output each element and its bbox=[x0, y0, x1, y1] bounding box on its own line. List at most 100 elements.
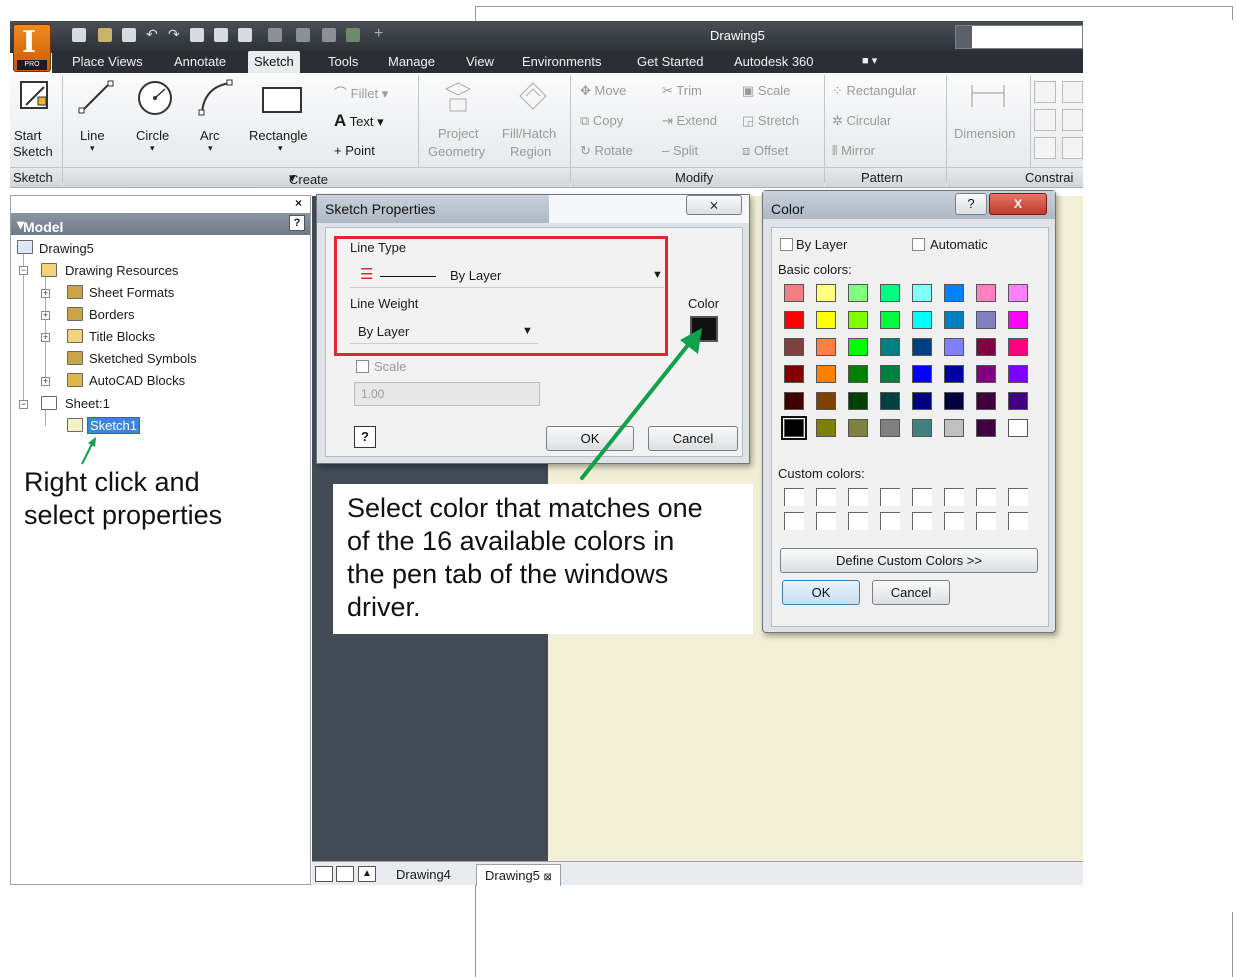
color-swatch[interactable] bbox=[944, 365, 964, 383]
tree-item-sketched-symbols[interactable]: Sketched Symbols bbox=[89, 351, 197, 366]
rectangular-pattern-button[interactable]: ⁘ Rectangular bbox=[832, 83, 917, 99]
constraint-smooth-icon[interactable] bbox=[1062, 137, 1083, 159]
custom-color-slot[interactable] bbox=[880, 512, 900, 530]
tab-environments[interactable]: Environments bbox=[522, 54, 601, 69]
help-icon[interactable]: ? bbox=[354, 426, 376, 448]
print-icon[interactable] bbox=[214, 28, 228, 42]
point-button[interactable]: + Point bbox=[334, 143, 375, 158]
color-swatch[interactable] bbox=[880, 284, 900, 302]
custom-color-slot[interactable] bbox=[816, 488, 836, 506]
color-swatch[interactable] bbox=[816, 419, 836, 437]
browser-header[interactable]: Model ▾ ? bbox=[11, 213, 310, 235]
custom-color-slot[interactable] bbox=[944, 512, 964, 530]
custom-color-slot[interactable] bbox=[976, 512, 996, 530]
color-swatch[interactable] bbox=[1008, 419, 1028, 437]
save-icon[interactable] bbox=[122, 28, 136, 42]
tab-place-views[interactable]: Place Views bbox=[72, 54, 143, 69]
extend-button[interactable]: ⇥ Extend bbox=[662, 113, 717, 129]
line-button[interactable]: Line ▾ bbox=[74, 73, 118, 165]
search-dropdown-icon[interactable] bbox=[956, 26, 972, 48]
by-layer-checkbox[interactable] bbox=[780, 238, 793, 251]
undo-icon[interactable]: ↶ bbox=[146, 27, 160, 42]
color-swatch[interactable] bbox=[976, 338, 996, 356]
text-button[interactable]: A Text ▾ bbox=[334, 111, 384, 131]
redo-icon[interactable]: ↷ bbox=[168, 27, 182, 42]
color-swatch[interactable] bbox=[944, 392, 964, 410]
tab-tools[interactable]: Tools bbox=[328, 54, 358, 69]
color-swatch[interactable] bbox=[976, 311, 996, 329]
color-swatch[interactable] bbox=[1008, 338, 1028, 356]
doc-tab-drawing5[interactable]: Drawing5 ⊠ bbox=[476, 864, 561, 886]
arc-button[interactable]: Arc ▾ bbox=[192, 73, 236, 165]
browser-close-icon[interactable]: × bbox=[295, 196, 302, 210]
color-swatch[interactable] bbox=[1008, 311, 1028, 329]
line-type-select[interactable]: ☰ By Layer ▼ bbox=[350, 264, 664, 288]
color-swatch[interactable] bbox=[848, 365, 868, 383]
color-swatch[interactable] bbox=[784, 365, 804, 383]
tree-item-drawing-resources[interactable]: Drawing Resources bbox=[65, 263, 178, 278]
tab-menu-icon[interactable]: ▲ bbox=[358, 866, 376, 882]
new-file-icon[interactable] bbox=[72, 28, 86, 42]
color-swatch[interactable] bbox=[784, 338, 804, 356]
rotate-button[interactable]: ↻ Rotate bbox=[580, 143, 633, 159]
doc-tab-drawing4[interactable]: Drawing4 bbox=[388, 864, 459, 886]
color-swatch[interactable] bbox=[880, 392, 900, 410]
circle-dropdown-icon[interactable]: ▾ bbox=[150, 143, 155, 154]
update-icon[interactable] bbox=[346, 28, 360, 42]
constraint-fix-icon[interactable] bbox=[1034, 137, 1056, 159]
custom-color-slot[interactable] bbox=[944, 488, 964, 506]
color-swatch[interactable] bbox=[912, 419, 932, 437]
custom-color-slot[interactable] bbox=[784, 512, 804, 530]
project-geometry-button[interactable]: Project Geometry bbox=[424, 73, 494, 165]
expand-icon[interactable]: + bbox=[41, 333, 50, 342]
custom-color-slot[interactable] bbox=[784, 488, 804, 506]
color-swatch[interactable] bbox=[912, 392, 932, 410]
color-swatch[interactable] bbox=[848, 338, 868, 356]
color-swatch[interactable] bbox=[848, 311, 868, 329]
color-swatch[interactable] bbox=[784, 311, 804, 329]
camera-icon[interactable]: ■ ▾ bbox=[862, 54, 877, 67]
copy-button[interactable]: ⧉ Copy bbox=[580, 113, 623, 129]
color-swatch[interactable] bbox=[912, 365, 932, 383]
expand-icon[interactable]: + bbox=[41, 311, 50, 320]
color-swatch[interactable] bbox=[1008, 392, 1028, 410]
scale-input[interactable]: 1.00 bbox=[354, 382, 540, 406]
rectangle-button[interactable]: Rectangle ▾ bbox=[246, 73, 324, 165]
custom-color-slot[interactable] bbox=[880, 488, 900, 506]
color-swatch[interactable] bbox=[880, 365, 900, 383]
custom-color-slot[interactable] bbox=[816, 512, 836, 530]
fill-hatch-button[interactable]: Fill/Hatch Region bbox=[498, 73, 568, 165]
properties-icon[interactable] bbox=[238, 28, 252, 42]
tree-item-sketch1[interactable]: Sketch1 bbox=[87, 417, 140, 434]
color-swatch[interactable] bbox=[784, 284, 804, 302]
tree-item-title-blocks[interactable]: Title Blocks bbox=[89, 329, 155, 344]
tab-sketch[interactable]: Sketch bbox=[248, 51, 300, 73]
automatic-checkbox[interactable] bbox=[912, 238, 925, 251]
tab-close-icon[interactable]: ⊠ bbox=[544, 872, 552, 883]
circular-pattern-button[interactable]: ✲ Circular bbox=[832, 113, 891, 129]
color-swatch[interactable] bbox=[944, 311, 964, 329]
sketch-properties-titlebar[interactable]: Sketch Properties bbox=[317, 195, 549, 223]
color-swatch[interactable] bbox=[816, 284, 836, 302]
material-icon[interactable] bbox=[268, 28, 282, 42]
search-input[interactable] bbox=[955, 25, 1083, 49]
color-cancel-button[interactable]: Cancel bbox=[872, 580, 950, 605]
home-icon[interactable] bbox=[190, 28, 204, 42]
color-swatch[interactable] bbox=[816, 392, 836, 410]
color-swatch[interactable] bbox=[848, 419, 868, 437]
rectangle-dropdown-icon[interactable]: ▾ bbox=[278, 143, 283, 154]
line-weight-select[interactable]: By Layer ▼ bbox=[350, 320, 538, 344]
color-swatch[interactable] bbox=[880, 338, 900, 356]
circle-button[interactable]: Circle ▾ bbox=[132, 73, 180, 165]
trim-button[interactable]: ✂ Trim bbox=[662, 83, 702, 99]
tab-view[interactable]: View bbox=[466, 54, 494, 69]
color-swatch[interactable] bbox=[880, 419, 900, 437]
move-button[interactable]: ✥ Move bbox=[580, 83, 626, 99]
color-swatch[interactable] bbox=[848, 284, 868, 302]
tree-item-drawing5[interactable]: Drawing5 bbox=[39, 241, 94, 256]
constraint-tangent-icon[interactable] bbox=[1062, 109, 1083, 131]
color-swatch[interactable] bbox=[1008, 284, 1028, 302]
open-folder-icon[interactable] bbox=[98, 28, 112, 42]
stretch-button[interactable]: ◲ Stretch bbox=[742, 113, 799, 129]
scale-checkbox[interactable] bbox=[356, 360, 369, 373]
